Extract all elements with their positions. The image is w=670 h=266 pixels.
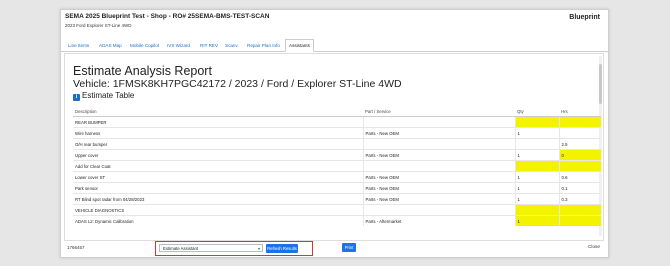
table-row: Park sensor Parts - New OEM 1 0.1: [73, 182, 601, 194]
row-hrs: 2.5: [558, 138, 601, 150]
table-row: ADAS L2: Dynamic Calibration Parts - Aft…: [73, 215, 601, 226]
vehicle-subtitle: 2023 Ford Explorer ST-Line 4WD: [65, 23, 132, 28]
tab-assistants[interactable]: Assistants: [285, 39, 314, 52]
tab-mobile-copilot[interactable]: Mobile Copilot: [130, 40, 159, 51]
assistant-select-value: Estimate Assistant: [163, 246, 199, 251]
row-hrs: 0.1: [558, 182, 601, 194]
row-hrs: [558, 215, 601, 226]
row-part: [362, 116, 515, 128]
dialog-header: SEMA 2025 Blueprint Test - Shop - RO# 25…: [61, 10, 608, 38]
row-part: [362, 160, 515, 172]
row-hrs: [558, 160, 601, 172]
row-part: Parts - New OEM: [362, 182, 515, 194]
assistant-select[interactable]: Estimate Assistant ▾: [159, 244, 263, 252]
scrollbar-thumb[interactable]: [599, 64, 602, 104]
row-description: Park sensor: [73, 182, 363, 194]
report-title: Estimate Analysis Report: [73, 64, 212, 78]
estimate-table-title: Estimate Table: [82, 91, 135, 100]
row-hrs: [558, 127, 601, 139]
tab-bar: Line Items ADAS Map Mobile Copilot IVS W…: [61, 39, 608, 52]
row-qty: [514, 116, 559, 128]
row-part: Parts - Aftermarket: [362, 215, 515, 226]
estimate-table-heading: i Estimate Table: [73, 91, 134, 101]
tab-ivs-wizard[interactable]: IVS Wizard: [167, 40, 190, 51]
refresh-results-button[interactable]: Refresh Results: [266, 244, 298, 253]
row-part: [362, 204, 515, 216]
estimate-table: Description Part / Service Qty Hrs REAR …: [73, 107, 601, 226]
info-icon: i: [73, 94, 80, 101]
dialog-footer: 1766457 Estimate Assistant ▾ Refresh Res…: [61, 239, 608, 257]
assistant-picker: Estimate Assistant ▾ Refresh Results: [155, 241, 313, 256]
table-row: Wire harness Parts - New OEM 1: [73, 127, 601, 139]
row-hrs: 0: [558, 149, 601, 161]
table-header-row: Description Part / Service Qty Hrs: [73, 107, 601, 117]
row-description: O/H rear bumper: [73, 138, 363, 150]
table-row: VEHICLE DIAGNOSTICS: [73, 204, 601, 216]
table-row: Upper cover Parts - New OEM 1 0: [73, 149, 601, 161]
row-hrs: 0.3: [558, 193, 601, 205]
dialog-title: SEMA 2025 Blueprint Test - Shop - RO# 25…: [65, 13, 270, 20]
report-panel: Estimate Analysis Report Vehicle: 1FMSK8…: [64, 53, 604, 241]
row-qty: 1: [514, 127, 559, 139]
table-row: Add for Clear Coat: [73, 160, 601, 172]
row-qty: 1: [514, 171, 559, 183]
table-row: Lower cover ST Parts - New OEM 1 0.6: [73, 171, 601, 183]
row-qty: [514, 138, 559, 150]
row-description: Upper cover: [73, 149, 363, 161]
tab-repair-plan-info[interactable]: Repair Plan Info: [247, 40, 280, 51]
col-part-service: Part / Service: [363, 107, 515, 117]
row-description: Add for Clear Coat: [73, 160, 363, 172]
tab-rit-rev[interactable]: RIT REV: [200, 40, 218, 51]
row-part: Parts - New OEM: [362, 127, 515, 139]
row-hrs: 0.6: [558, 171, 601, 183]
row-qty: 1: [514, 215, 559, 226]
row-qty: 1: [514, 149, 559, 161]
table-row: REAR BUMPER: [73, 116, 601, 128]
col-qty: Qty: [515, 107, 559, 117]
row-qty: 1: [514, 182, 559, 194]
row-part: Parts - New OEM: [362, 149, 515, 161]
row-description: ADAS L2: Dynamic Calibration: [73, 215, 363, 226]
tab-line-items[interactable]: Line Items: [68, 40, 89, 51]
row-qty: [514, 160, 559, 172]
row-description: Wire harness: [73, 127, 363, 139]
row-hrs: [558, 116, 601, 128]
row-description: Lower cover ST: [73, 171, 363, 183]
tab-scanv[interactable]: Scanv: [225, 40, 238, 51]
report-vehicle: Vehicle: 1FMSK8KH7PGC42172 / 2023 / Ford…: [73, 78, 402, 90]
row-part: [362, 138, 515, 150]
row-part: Parts - New OEM: [362, 193, 515, 205]
col-description: Description: [73, 107, 363, 117]
row-part: Parts - New OEM: [362, 171, 515, 183]
table-row: O/H rear bumper 2.5: [73, 138, 601, 150]
table-row: RT Blind spot radar from 04/28/2023 Part…: [73, 193, 601, 205]
row-description: RT Blind spot radar from 04/28/2023: [73, 193, 363, 205]
row-description: REAR BUMPER: [73, 116, 363, 128]
chevron-down-icon: ▾: [257, 246, 260, 251]
row-qty: 1: [514, 193, 559, 205]
row-qty: [514, 204, 559, 216]
row-hrs: [558, 204, 601, 216]
version-label: 1766457: [67, 245, 85, 250]
tab-adas-map[interactable]: ADAS Map: [99, 40, 122, 51]
assistant-dialog: SEMA 2025 Blueprint Test - Shop - RO# 25…: [60, 9, 609, 258]
brand-logo: Blueprint: [569, 14, 600, 21]
col-hrs: Hrs: [559, 107, 601, 117]
close-button[interactable]: Close: [588, 244, 600, 249]
row-description: VEHICLE DIAGNOSTICS: [73, 204, 363, 216]
print-button[interactable]: Print: [342, 243, 356, 252]
